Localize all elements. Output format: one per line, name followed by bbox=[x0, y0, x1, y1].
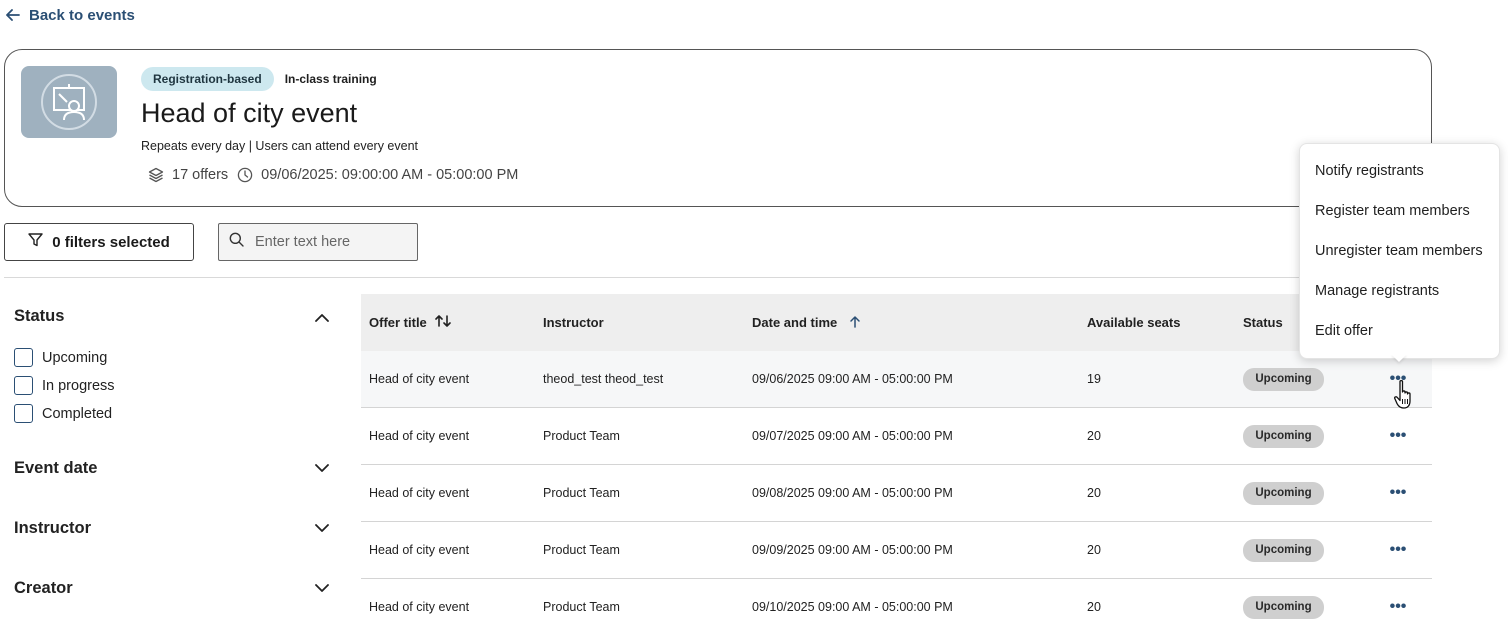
status-badge: Upcoming bbox=[1243, 595, 1324, 619]
column-date-time[interactable]: Date and time bbox=[752, 294, 861, 351]
cell-instructor: Product Team bbox=[543, 600, 620, 614]
arrow-up-icon[interactable] bbox=[849, 315, 861, 331]
table-row[interactable]: Head of city event Product Team 09/09/20… bbox=[361, 522, 1432, 579]
cell-available-seats: 20 bbox=[1087, 543, 1101, 557]
back-to-events-link[interactable]: Back to events bbox=[6, 5, 135, 25]
checkbox[interactable] bbox=[14, 376, 33, 395]
more-options-icon[interactable]: ••• bbox=[1387, 541, 1409, 559]
column-label: Date and time bbox=[752, 315, 838, 330]
menu-caret bbox=[1391, 354, 1407, 362]
status-badge: Upcoming bbox=[1243, 424, 1324, 448]
cell-offer-title: Head of city event bbox=[369, 372, 470, 386]
table-row[interactable]: Head of city event theod_test theod_test… bbox=[361, 351, 1432, 408]
table-row[interactable]: Head of city event Product Team 09/10/20… bbox=[361, 579, 1432, 625]
table-row[interactable]: Head of city event Product Team 09/07/20… bbox=[361, 408, 1432, 465]
back-link-label: Back to events bbox=[29, 6, 135, 24]
filters-button[interactable]: 0 filters selected bbox=[4, 223, 194, 261]
status-option-in-progress[interactable]: In progress bbox=[14, 376, 115, 395]
table-header: Offer title Instructor Date and time Ava… bbox=[361, 294, 1432, 351]
column-instructor[interactable]: Instructor bbox=[543, 294, 604, 351]
menu-item-unregister-team-members[interactable]: Unregister team members bbox=[1315, 243, 1483, 259]
checkbox[interactable] bbox=[14, 404, 33, 423]
cell-offer-title: Head of city event bbox=[369, 543, 470, 557]
search-input[interactable] bbox=[255, 234, 405, 250]
hand-pointer-icon bbox=[1394, 379, 1416, 416]
search-icon bbox=[229, 232, 244, 252]
registration-tag: Registration-based bbox=[141, 67, 274, 91]
column-offer-title[interactable]: Offer title bbox=[369, 294, 451, 351]
cell-instructor: Product Team bbox=[543, 543, 620, 557]
offers-table: Offer title Instructor Date and time Ava… bbox=[361, 294, 1432, 625]
filter-icon bbox=[28, 233, 43, 251]
table-row[interactable]: Head of city event Product Team 09/08/20… bbox=[361, 465, 1432, 522]
layers-icon bbox=[148, 167, 164, 183]
more-options-icon[interactable]: ••• bbox=[1387, 427, 1409, 445]
event-header-card: Registration-based In-class training Hea… bbox=[4, 49, 1432, 207]
chevron-down-icon[interactable] bbox=[313, 519, 331, 537]
cell-date-time: 09/07/2025 09:00 AM - 05:00:00 PM bbox=[752, 429, 953, 443]
status-option-label: Completed bbox=[42, 405, 113, 422]
facet-event-date-title: Event date bbox=[14, 459, 98, 477]
event-recurrence: Repeats every day | Users can attend eve… bbox=[141, 139, 419, 153]
cell-offer-title: Head of city event bbox=[369, 600, 470, 614]
cell-offer-title: Head of city event bbox=[369, 429, 470, 443]
cell-available-seats: 20 bbox=[1087, 429, 1101, 443]
checkbox[interactable] bbox=[14, 348, 33, 367]
arrow-left-icon bbox=[6, 9, 20, 21]
status-option-completed[interactable]: Completed bbox=[14, 404, 112, 423]
event-title: Head of city event bbox=[141, 98, 358, 128]
cell-available-seats: 20 bbox=[1087, 486, 1101, 500]
status-badge: Upcoming bbox=[1243, 481, 1324, 505]
column-label: Offer title bbox=[369, 315, 427, 330]
cell-date-time: 09/10/2025 09:00 AM - 05:00:00 PM bbox=[752, 600, 953, 614]
cell-date-time: 09/06/2025 09:00 AM - 05:00:00 PM bbox=[752, 372, 953, 386]
cell-available-seats: 19 bbox=[1087, 372, 1101, 386]
chevron-down-icon[interactable] bbox=[313, 459, 331, 477]
status-option-label: In progress bbox=[42, 377, 115, 394]
status-option-label: Upcoming bbox=[42, 349, 108, 366]
column-available-seats[interactable]: Available seats bbox=[1087, 294, 1180, 351]
status-badge: Upcoming bbox=[1243, 538, 1324, 562]
cell-date-time: 09/08/2025 09:00 AM - 05:00:00 PM bbox=[752, 486, 953, 500]
cell-available-seats: 20 bbox=[1087, 600, 1101, 614]
training-type-tag: In-class training bbox=[284, 72, 377, 86]
cell-offer-title: Head of city event bbox=[369, 486, 470, 500]
column-label: Status bbox=[1243, 315, 1283, 330]
sort-icon[interactable] bbox=[434, 314, 451, 331]
chevron-down-icon[interactable] bbox=[313, 579, 331, 597]
more-options-icon[interactable]: ••• bbox=[1387, 598, 1409, 616]
column-status[interactable]: Status bbox=[1243, 294, 1283, 351]
menu-item-manage-registrants[interactable]: Manage registrants bbox=[1315, 283, 1439, 299]
facet-status-title: Status bbox=[14, 307, 65, 325]
more-options-icon[interactable]: ••• bbox=[1387, 484, 1409, 502]
status-option-upcoming[interactable]: Upcoming bbox=[14, 348, 107, 367]
divider bbox=[4, 277, 1432, 278]
menu-item-edit-offer[interactable]: Edit offer bbox=[1315, 323, 1373, 339]
filters-button-label: 0 filters selected bbox=[52, 233, 170, 251]
cell-instructor: Product Team bbox=[543, 486, 620, 500]
event-datetime: 09/06/2025: 09:00:00 AM - 05:00:00 PM bbox=[261, 167, 519, 183]
column-label: Available seats bbox=[1087, 315, 1181, 330]
cell-instructor: theod_test theod_test bbox=[543, 372, 664, 386]
menu-item-register-team-members[interactable]: Register team members bbox=[1315, 203, 1470, 219]
cell-instructor: Product Team bbox=[543, 429, 620, 443]
row-actions-menu: Notify registrants Register team members… bbox=[1299, 143, 1500, 359]
search-field[interactable] bbox=[218, 223, 418, 261]
column-label: Instructor bbox=[543, 315, 604, 330]
facet-instructor-title: Instructor bbox=[14, 519, 92, 537]
status-badge: Upcoming bbox=[1243, 367, 1324, 391]
classroom-training-icon bbox=[21, 66, 117, 138]
menu-item-notify-registrants[interactable]: Notify registrants bbox=[1315, 163, 1424, 179]
offers-count: 17 offers bbox=[172, 167, 229, 183]
clock-icon bbox=[237, 167, 253, 183]
facet-creator-title: Creator bbox=[14, 579, 73, 597]
event-meta: 17 offers 09/06/2025: 09:00:00 AM - 05:0… bbox=[148, 167, 518, 183]
cell-date-time: 09/09/2025 09:00 AM - 05:00:00 PM bbox=[752, 543, 953, 557]
chevron-up-icon[interactable] bbox=[313, 308, 331, 326]
